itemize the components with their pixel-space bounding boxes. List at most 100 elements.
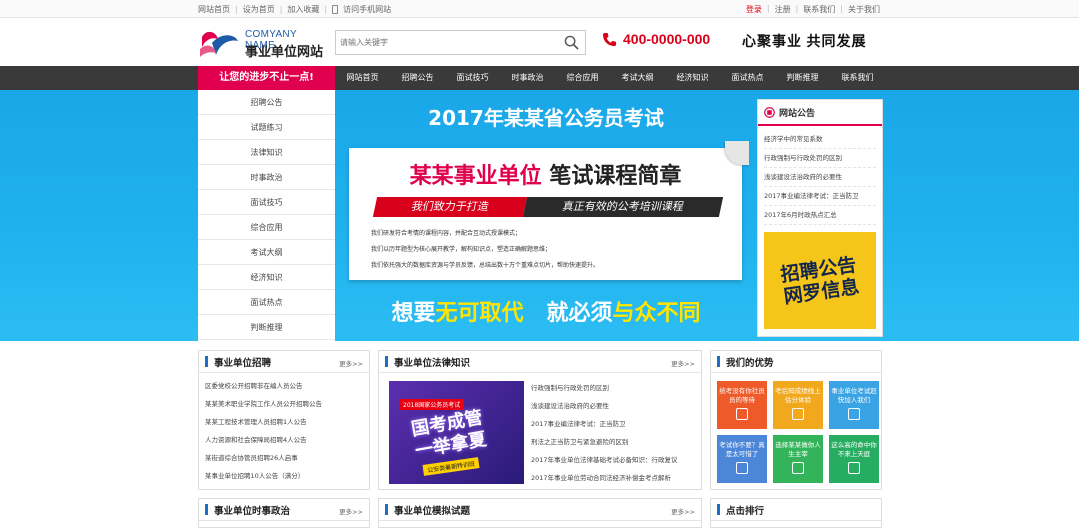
list-item[interactable]: 刑法之正当防卫与紧急避险的区别 [531,433,678,451]
list-item[interactable]: 行政强制与行政处罚的区别 [531,379,678,397]
notice-item[interactable]: 经济学中的常见系数 [764,130,876,149]
nav-item-contact[interactable]: 联系我们 [830,66,885,90]
side-menu-item[interactable]: 考试大纲 [198,240,335,265]
mock-exam-panel: 事业单位模拟试题 更多>> [378,498,702,528]
side-menu-item[interactable]: 面试技巧 [198,190,335,215]
list-item[interactable]: 某某美术职业学院工作人员公开招聘公告 [205,395,369,413]
advantage-tile[interactable]: 统考没有你社员员的等待 [717,381,767,429]
recruit-promo-image[interactable]: 招聘公告 网罗信息 [764,232,876,329]
logo-chinese: 事业单位网站 [245,45,324,60]
side-menu-item[interactable]: 时事政治 [198,165,335,190]
notice-item[interactable]: 2017年6月时政热点汇总 [764,206,876,225]
advantage-tile[interactable]: 这么高的命中你不来上天庭 [829,435,879,483]
list-item[interactable]: 某某工程技术管理人员招聘1人公告 [205,413,369,431]
search-input[interactable] [336,31,556,54]
search-box [335,30,586,55]
hotline-number: 400-0000-000 [623,31,711,47]
about-link[interactable]: 关于我们 [848,4,880,15]
advantage-tile[interactable]: 考试你不要？真是太可惜了 [717,435,767,483]
side-menu-item[interactable]: 试题练习 [198,115,335,140]
nav-item-current-affairs[interactable]: 时事政治 [500,66,555,90]
user-icon [848,408,860,420]
header: COMYANY NAME 事业单位网站 400-0000-000 心聚事业 共同… [0,18,1079,66]
notice-item[interactable]: 浅谈建设法治政府的必要性 [764,168,876,187]
list-item[interactable]: 2017年事业单位法律基础考试必备知识：行政复议 [531,451,678,469]
search-icon[interactable] [564,35,579,50]
list-item[interactable]: 2017年事业单位劳动合同法经济补偿金考点解析 [531,469,678,487]
panel-title: 事业单位时事政治 [214,505,291,517]
nav-item-economics[interactable]: 经济知识 [665,66,720,90]
more-link[interactable]: 更多>> [339,358,363,368]
hero-banner: 招聘公告 试题练习 法律知识 时事政治 面试技巧 综合应用 考试大纲 经济知识 … [0,90,1079,341]
rank-panel: 点击排行 [710,498,882,528]
panel-title: 事业单位招聘 [214,357,272,369]
slogan: 心聚事业 共同发展 [742,35,867,50]
ribbon-left: 我们致力于打造 [372,197,528,217]
chart-icon [792,408,804,420]
document-icon [736,408,748,420]
course-line: 我们研发符合考情的课程内容，并配合互动式授课模式； [371,230,522,237]
mobile-site-link[interactable]: 访问手机网站 [343,4,391,15]
course-line: 我们以历年题型为核心展开教学，解构知识点，塑造正确解题思维； [371,246,552,253]
edit-icon [792,462,804,474]
register-link[interactable]: 注册 [775,4,791,15]
panel-title: 事业单位法律知识 [394,357,471,369]
nav-item-home[interactable]: 网站首页 [335,66,390,90]
nav-promo: 让您的进步不止一点! [198,66,335,90]
nav-item-reasoning[interactable]: 判断推理 [775,66,830,90]
recruit-panel: 事业单位招聘 更多>> 区委党校公开招聘非在编人员公告 某某美术职业学院工作人员公… [198,350,370,490]
nav-item-recruit[interactable]: 招聘公告 [390,66,445,90]
notice-item[interactable]: 2017事业编法律考试：正当防卫 [764,187,876,206]
more-link[interactable]: 更多>> [339,506,363,516]
nav-item-syllabus[interactable]: 考试大纲 [610,66,665,90]
list-item[interactable]: 区委党校公开招聘非在编人员公告 [205,377,369,395]
side-menu-item[interactable]: 招聘公告 [198,90,335,115]
set-homepage-link[interactable]: 设为首页 [243,4,275,15]
banner-title: 2017年某某省公务员考试 [428,106,664,130]
advantage-tile[interactable]: 考后知成绩线上估分体验 [773,381,823,429]
list-item[interactable]: 2017事业编法律考试：正当防卫 [531,415,678,433]
notice-item[interactable]: 行政强制与行政处罚的区别 [764,149,876,168]
side-menu-item[interactable]: 法律知识 [198,140,335,165]
panel-title: 点击排行 [726,505,765,517]
side-menu: 招聘公告 试题练习 法律知识 时事政治 面试技巧 综合应用 考试大纲 经济知识 … [198,90,335,341]
contact-link[interactable]: 联系我们 [803,4,835,15]
list-item[interactable]: 某街道综合协管员招聘26人启事 [205,449,369,467]
hotline: 400-0000-000 [602,31,710,47]
course-card-heading: 某某事业单位 笔试课程简章 [409,164,682,189]
notice-title: 网站公告 [779,108,816,119]
law-panel: 事业单位法律知识 更多>> 2018国家公务员考试 国考成管 一举拿夏 公安类暑期特… [378,350,702,490]
list-item[interactable]: 人力资源和社会保障局招聘4人公告 [205,431,369,449]
nav-item-interview-hot[interactable]: 面试热点 [720,66,775,90]
list-item[interactable]: 某事业单位招聘10人公告（满分） [205,467,369,485]
home-link[interactable]: 网站首页 [198,4,230,15]
target-icon [848,462,860,474]
politics-panel: 事业单位时事政治 更多>> [198,498,370,528]
logo-mark-icon [200,31,238,57]
more-link[interactable]: 更多>> [671,358,695,368]
advantage-tile[interactable]: 选择某某做你人生主宰 [773,435,823,483]
notice-panel: 网站公告 经济学中的常见系数 行政强制与行政处罚的区别 浅谈建设法治政府的必要性… [757,99,883,337]
add-favorite-link[interactable]: 加入收藏 [287,4,319,15]
exam-promo-image[interactable]: 2018国家公务员考试 国考成管 一举拿夏 公安类暑期特训班 [389,381,524,484]
logo[interactable]: COMYANY NAME 事业单位网站 [198,27,328,60]
list-item[interactable]: 浅谈建设法治政府的必要性 [531,397,678,415]
nav-item-applied[interactable]: 综合应用 [555,66,610,90]
side-menu-item[interactable]: 面试热点 [198,290,335,315]
side-menu-item[interactable]: 综合应用 [198,215,335,240]
more-link[interactable]: 更多>> [671,506,695,516]
panel-title: 我们的优势 [726,357,774,369]
advantage-tile[interactable]: 事业单位考试赶快加入我们 [829,381,879,429]
course-line: 我们依托强大的数据库资源与学员反馈，总结出数十万个重难点切片，帮助快速提升。 [371,262,600,269]
phone-icon [602,32,617,46]
main-nav: 让您的进步不止一点! 网站首页 招聘公告 面试技巧 时事政治 综合应用 考试大纲… [0,66,1079,90]
nav-item-interview-tips[interactable]: 面试技巧 [445,66,500,90]
side-menu-item[interactable]: 判断推理 [198,315,335,340]
course-card[interactable]: 某某事业单位 笔试课程简章 我们致力于打造 真正有效的公考培训课程 我们研发符合… [349,141,749,280]
question-icon [736,462,748,474]
side-menu-item[interactable]: 经济知识 [198,265,335,290]
login-link[interactable]: 登录 [746,4,762,15]
banner-tagline: 想要无可取代 就必须与众不同 [391,301,701,326]
panel-title: 事业单位模拟试题 [394,505,471,517]
notice-icon [764,106,775,118]
